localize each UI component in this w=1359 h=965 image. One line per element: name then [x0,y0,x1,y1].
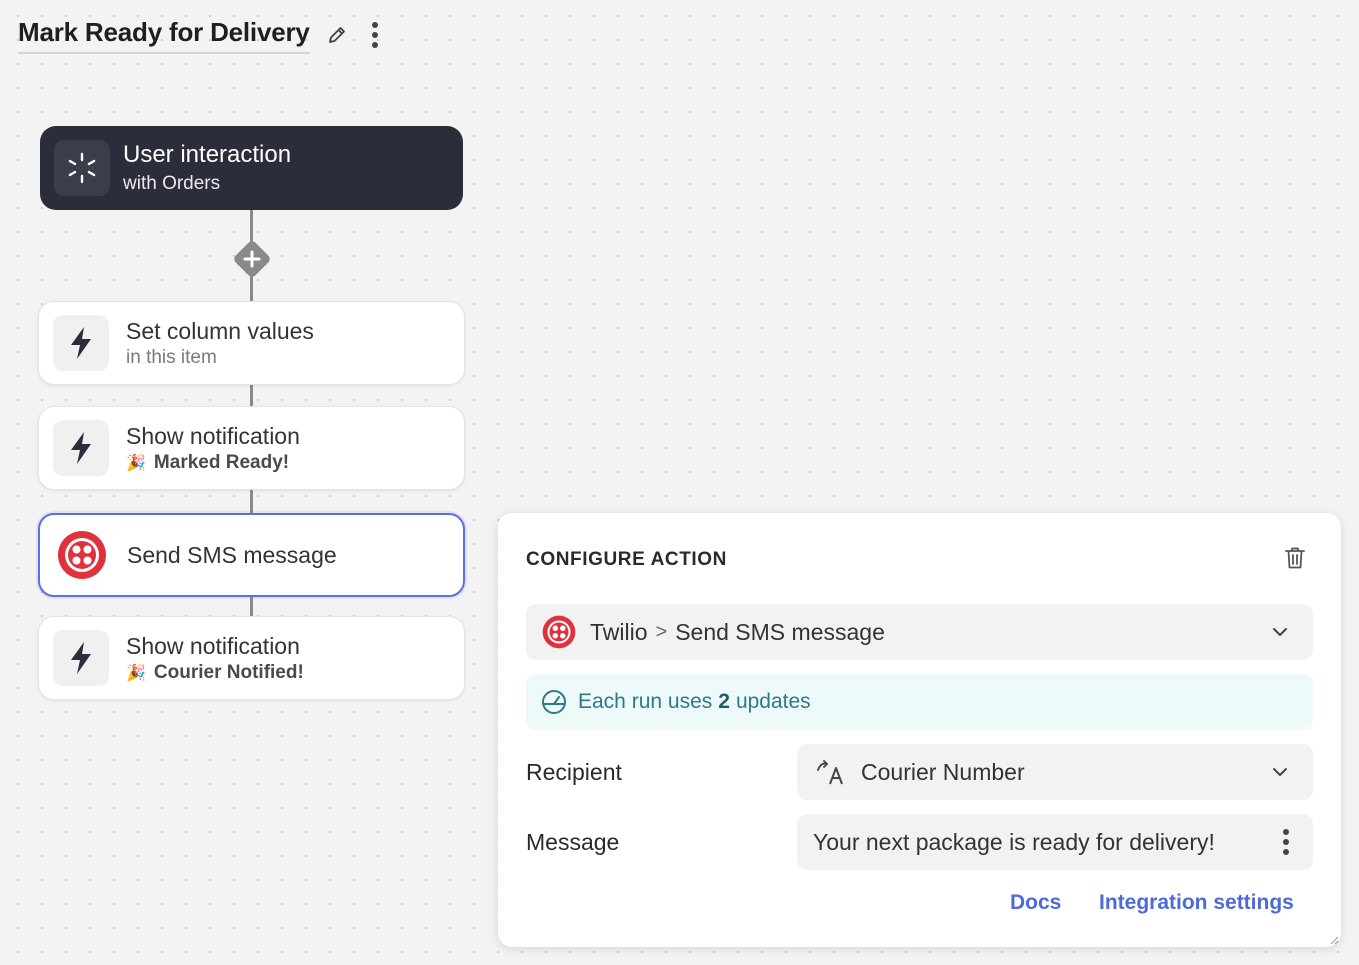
step-title: Show notification [126,423,300,449]
twilio-icon [542,615,576,649]
spinner-icon [54,140,110,196]
step-title: Show notification [126,633,300,659]
step-send-sms[interactable]: Send SMS message [38,513,465,597]
add-step-button[interactable] [224,231,280,287]
workflow-header: Mark Ready for Delivery [18,14,380,56]
breadcrumb-separator: > [655,620,668,643]
action-name: Send SMS message [675,618,885,645]
message-value: Your next package is ready for delivery! [813,828,1215,855]
party-popper-icon: 🎉 [126,455,146,472]
step-subtitle: Courier Notified! [153,662,304,683]
step-title: Send SMS message [127,542,337,568]
lightning-icon [53,420,109,476]
integration-name: Twilio [590,618,648,645]
usage-count: 2 [718,690,730,713]
variable-icon [817,760,843,785]
message-label: Message [526,829,620,855]
usage-suffix: updates [735,690,811,713]
twilio-icon [54,527,110,583]
connector-line [250,594,253,616]
trigger-card[interactable]: User interaction with Orders [40,126,463,210]
usage-info-bar: Each run uses 2 updates [526,674,1313,730]
step-show-notification-marked[interactable]: Show notification 🎉 Marked Ready! [38,406,465,490]
message-field[interactable]: Your next package is ready for delivery! [797,814,1313,870]
step-show-notification-courier[interactable]: Show notification 🎉 Courier Notified! [38,616,465,700]
connector-line [250,490,253,514]
action-select[interactable]: Twilio > Send SMS message [526,604,1313,660]
usage-prefix: Each run uses [578,690,713,713]
chevron-down-icon [1273,628,1287,636]
pencil-icon[interactable] [326,24,348,46]
step-subtitle: in this item [126,347,217,368]
step-set-column-values[interactable]: Set column values in this item [38,301,465,385]
connector-line [250,385,253,406]
step-subtitle: Marked Ready! [153,452,290,473]
kebab-menu-icon[interactable] [1281,826,1291,858]
docs-link[interactable]: Docs [1010,891,1061,915]
configure-action-panel: CONFIGURE ACTION Twilio > Send SMS messa… [498,513,1341,947]
panel-heading: CONFIGURE ACTION [526,549,728,570]
recipient-value: Courier Number [861,758,1025,785]
integration-settings-link[interactable]: Integration settings [1099,891,1294,915]
party-popper-icon: 🎉 [126,665,146,682]
trigger-subtitle: with Orders [123,173,221,194]
trash-icon[interactable] [1283,545,1307,571]
kebab-menu-icon[interactable] [370,20,380,50]
workflow-title[interactable]: Mark Ready for Delivery [18,17,310,54]
lightning-icon [53,630,109,686]
recipient-field[interactable]: Courier Number [797,744,1313,800]
chevron-down-icon [1273,768,1287,776]
gauge-icon [542,690,566,714]
resize-handle-icon[interactable] [1329,935,1339,945]
recipient-label: Recipient [526,759,622,785]
lightning-icon [53,315,109,371]
step-title: Set column values [126,318,314,344]
trigger-title: User interaction [123,141,292,168]
